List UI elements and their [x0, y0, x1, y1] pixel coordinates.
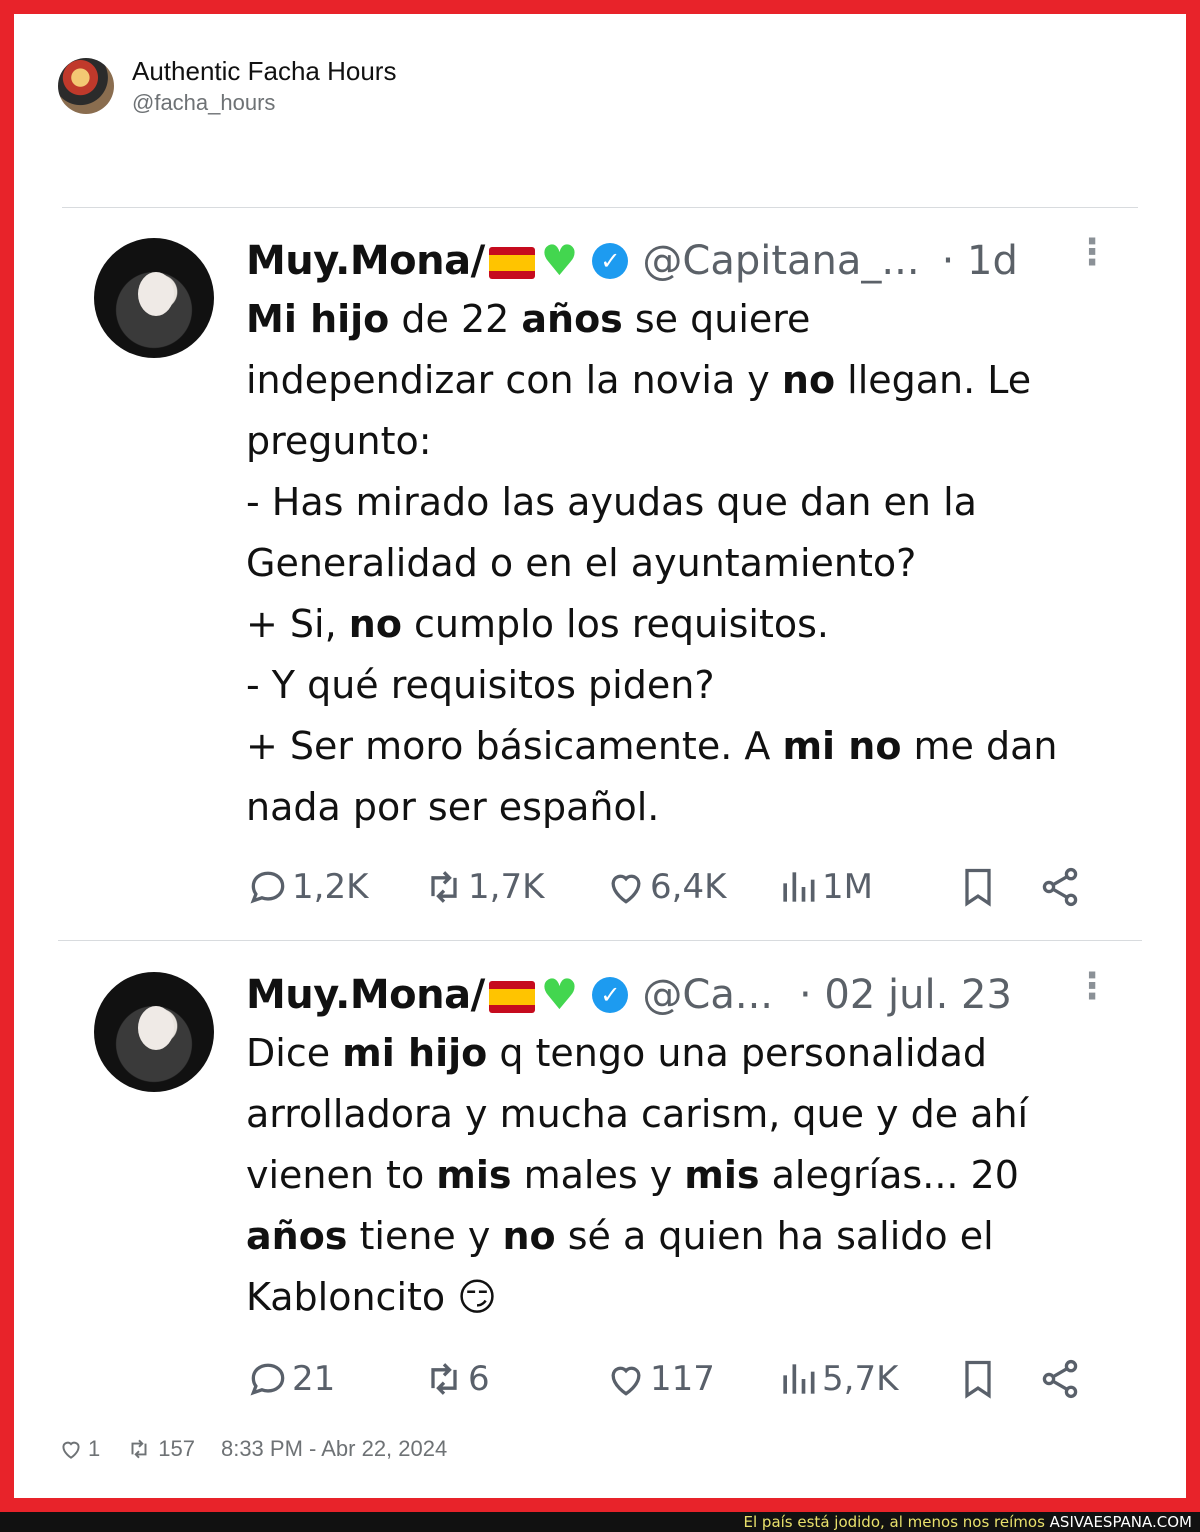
- verified-badge-icon: ✓: [592, 976, 629, 1013]
- tweet-header: Muy.Mona/ ♥ ✓ @Capitana_... · 1d: [246, 236, 1018, 285]
- reply-button[interactable]: 21: [246, 1354, 335, 1404]
- quoter-handle[interactable]: @facha_hours: [132, 90, 275, 116]
- share-icon: [1042, 1359, 1078, 1399]
- tweet-text-line: + Si, no cumplo los requisitos.: [246, 602, 830, 646]
- spain-flag-icon: [488, 246, 535, 279]
- tweet-text-line: - Y qué requisitos piden?: [246, 663, 715, 707]
- verified-badge-icon: ✓: [592, 242, 629, 279]
- tweet-text-line: Kabloncito 😏: [246, 1275, 497, 1319]
- tweet-text-line: pregunto:: [246, 419, 432, 463]
- views-count: 1M: [822, 867, 873, 907]
- heart-icon: [611, 1366, 641, 1396]
- embedded-tweet-2[interactable]: Muy.Mona/ ♥ ✓ @Ca... · 02 jul. 23 ⋮ Dice…: [58, 964, 1142, 1424]
- share-button[interactable]: [1038, 862, 1082, 912]
- divider: [58, 940, 1142, 941]
- tweet-time[interactable]: · 02 jul. 23: [799, 972, 1012, 1018]
- tweet-text-line: - Has mirado las ayudas que dan en la: [246, 480, 977, 524]
- views-icon: [783, 872, 815, 902]
- share-icon: [1042, 867, 1078, 907]
- tweet-text-line: vienen to mis males y mis alegrías... 20: [246, 1153, 1019, 1197]
- author-name[interactable]: Muy.Mona/: [246, 238, 485, 284]
- author-avatar[interactable]: [94, 238, 214, 358]
- reply-count: 1,2K: [292, 867, 369, 907]
- like-count: 117: [650, 1359, 715, 1399]
- quoter-name[interactable]: Authentic Facha Hours: [132, 56, 396, 87]
- tweet-text: Mi hijo de 22 años se quiere independizar…: [246, 289, 1126, 838]
- footer-bar: El país está jodido, al menos nos reímos…: [0, 1512, 1200, 1532]
- tweet-time[interactable]: · 1d: [942, 238, 1018, 284]
- author-name[interactable]: Muy.Mona/: [246, 972, 485, 1018]
- bookmark-button[interactable]: [956, 1354, 1000, 1404]
- embedded-tweet-1[interactable]: Muy.Mona/ ♥ ✓ @Capitana_... · 1d ⋮ Mi hi…: [58, 230, 1142, 930]
- retweet-button[interactable]: 6: [422, 1354, 490, 1404]
- tweet-text-line: nada por ser español.: [246, 785, 660, 829]
- green-heart-icon: ♥: [540, 236, 579, 285]
- share-button[interactable]: [1038, 1354, 1082, 1404]
- heart-icon: [611, 874, 641, 904]
- tweet-actions: 21 6 117 5,7K: [246, 1354, 1086, 1404]
- author-avatar[interactable]: [94, 972, 214, 1092]
- tweet-text-line: Dice mi hijo q tengo una personalidad: [246, 1031, 988, 1075]
- reply-button[interactable]: 1,2K: [246, 862, 368, 912]
- footer-site[interactable]: ASIVAESPANA.COM: [1050, 1513, 1192, 1531]
- views-button[interactable]: 5,7K: [776, 1354, 898, 1404]
- like-button[interactable]: 6,4K: [604, 862, 726, 912]
- tweet-meta: 1 157 8:33 PM - Abr 22, 2024: [58, 1436, 447, 1462]
- retweet-count: 157: [158, 1436, 195, 1461]
- footer-tagline: El país está jodido, al menos nos reímos: [743, 1513, 1045, 1531]
- reply-icon: [250, 1363, 285, 1396]
- views-button[interactable]: 1M: [776, 862, 873, 912]
- bookmark-button[interactable]: [956, 862, 1000, 912]
- tweet-header: Muy.Mona/ ♥ ✓ @Ca... · 02 jul. 23: [246, 970, 1012, 1019]
- tweet-text-line: Mi hijo de 22 años se quiere: [246, 297, 811, 341]
- tweet-text-line: años tiene y no sé a quien ha salido el: [246, 1214, 994, 1258]
- green-heart-icon: ♥: [540, 970, 579, 1019]
- retweet-icon[interactable]: [126, 1436, 152, 1462]
- views-count: 5,7K: [822, 1359, 899, 1399]
- heart-icon[interactable]: [58, 1436, 84, 1462]
- retweet-button[interactable]: 1,7K: [422, 862, 544, 912]
- author-handle[interactable]: @Capitana_...: [642, 238, 919, 284]
- views-icon: [783, 1364, 815, 1394]
- tweet-text-line: arrolladora y mucha carism, que y de ahí: [246, 1092, 1029, 1136]
- tweet-text-line: + Ser moro básicamente. A mi no me dan: [246, 724, 1058, 768]
- tweet-timestamp[interactable]: 8:33 PM - Abr 22, 2024: [221, 1436, 447, 1462]
- author-handle[interactable]: @Ca...: [642, 972, 773, 1018]
- tweet-actions: 1,2K 1,7K 6,4K 1M: [246, 862, 1086, 912]
- tweet-text-line: Generalidad o en el ayuntamiento?: [246, 541, 917, 585]
- bookmark-icon: [965, 1360, 991, 1399]
- divider: [62, 207, 1138, 208]
- quoter-avatar[interactable]: [58, 58, 114, 114]
- bookmark-icon: [965, 868, 991, 907]
- more-options-icon[interactable]: ⋮: [1074, 235, 1110, 271]
- more-options-icon[interactable]: ⋮: [1074, 969, 1110, 1005]
- retweet-icon: [431, 871, 457, 903]
- reply-icon: [250, 871, 285, 904]
- reply-count: 21: [292, 1359, 336, 1399]
- like-count: 6,4K: [650, 867, 727, 907]
- like-button[interactable]: 117: [604, 1354, 715, 1404]
- like-count: 1: [88, 1436, 101, 1461]
- retweet-count: 6: [468, 1359, 490, 1399]
- retweet-count: 1,7K: [468, 867, 545, 907]
- spain-flag-icon: [488, 980, 535, 1013]
- tweet-text-line: independizar con la novia y no llegan. L…: [246, 358, 1032, 402]
- tweet-text: Dice mi hijo q tengo una personalidad arr…: [246, 1023, 1126, 1328]
- retweet-icon: [431, 1363, 457, 1395]
